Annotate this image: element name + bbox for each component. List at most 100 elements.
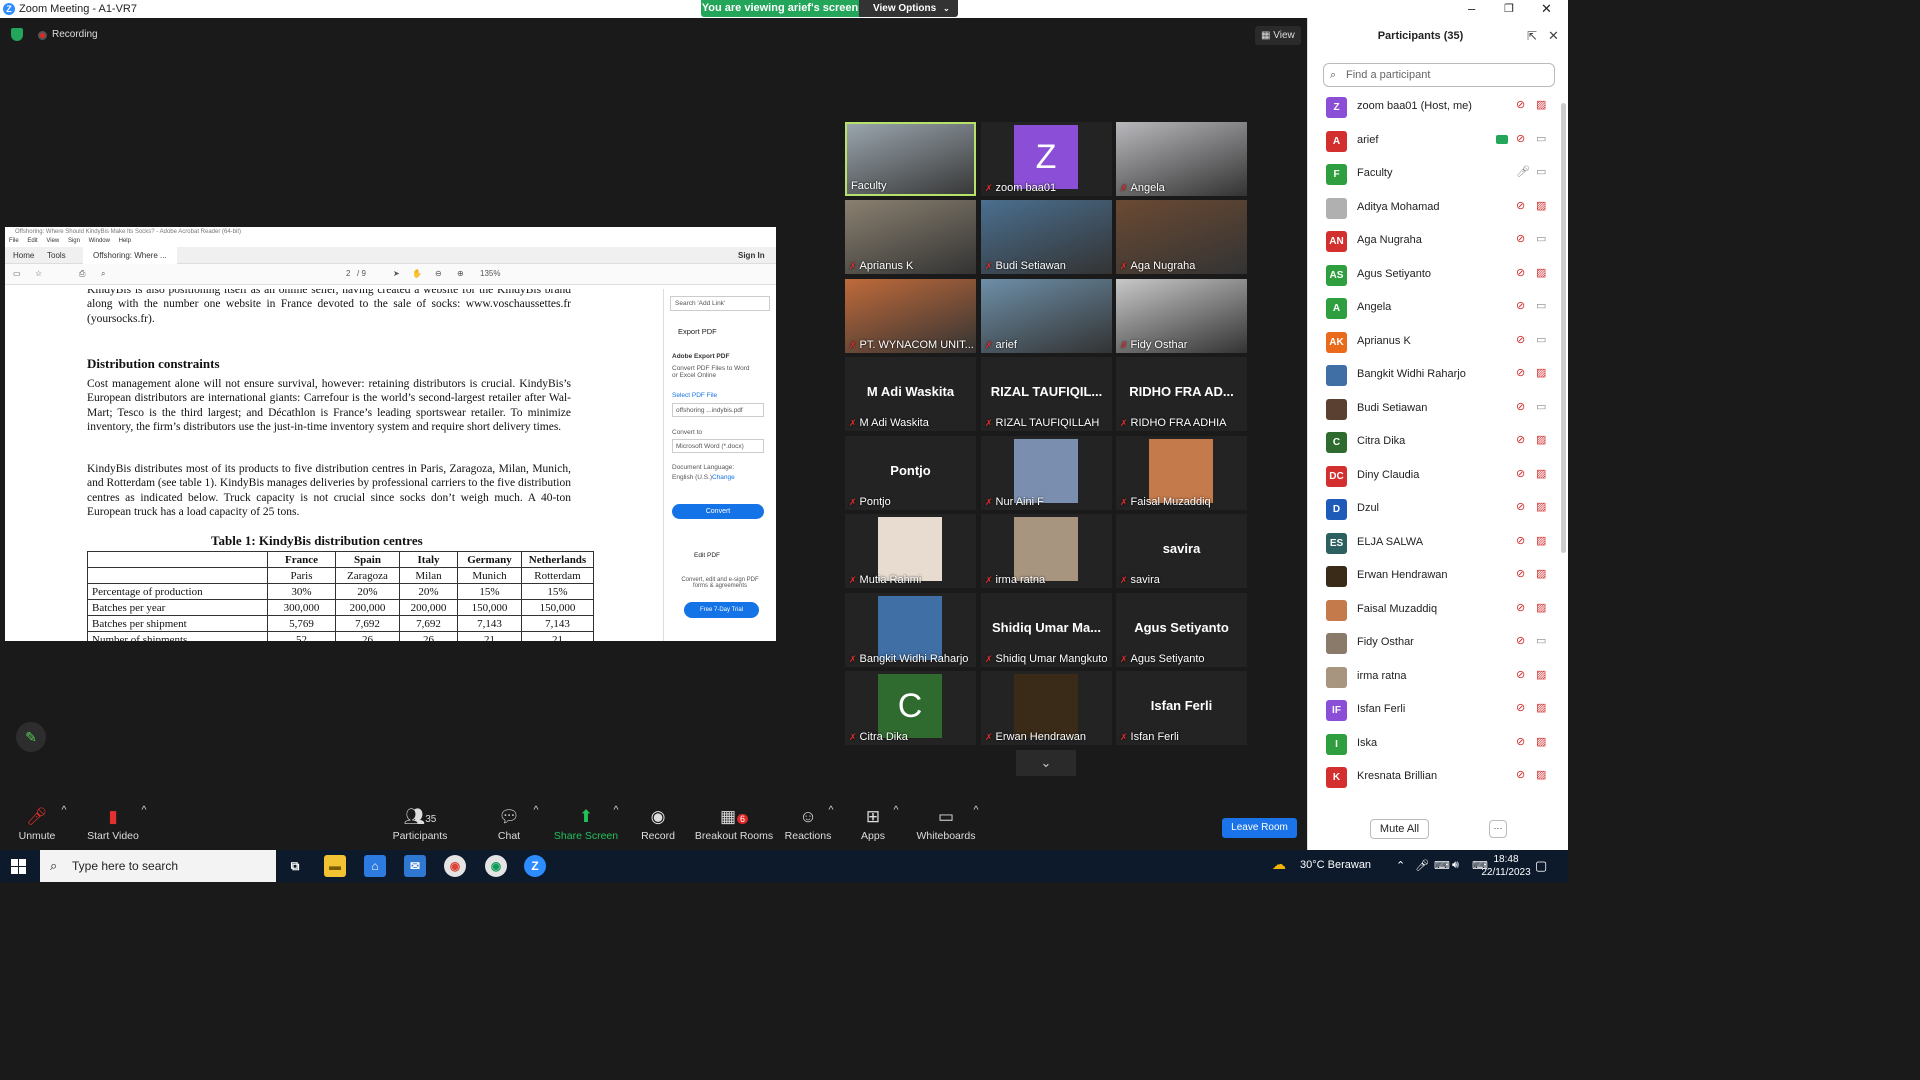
participant-row[interactable]: I Iska ⊘ ▨ xyxy=(1308,728,1560,761)
camera-off-icon[interactable]: ▨ xyxy=(1536,668,1546,681)
muted-mic-icon[interactable]: ⊘ xyxy=(1516,266,1525,279)
view-layout-button[interactable]: ▦ View xyxy=(1255,26,1301,45)
add-link-search[interactable]: Search 'Add Link' xyxy=(670,296,770,311)
select-cursor-icon[interactable]: ➤ xyxy=(393,269,400,278)
mail-icon[interactable]: ✉ xyxy=(404,855,426,877)
camera-icon[interactable]: ▭ xyxy=(1536,333,1546,346)
muted-mic-icon[interactable]: ⊘ xyxy=(1516,132,1525,145)
participant-row[interactable]: F Faculty 🎤︎ ▭ xyxy=(1308,158,1560,191)
chrome-profile-icon[interactable]: ◉ xyxy=(485,855,507,877)
video-tile[interactable]: Isfan Ferli ✗ Isfan Ferli xyxy=(1116,671,1247,745)
apps-caret-icon[interactable]: ^ xyxy=(891,804,901,816)
annotate-pencil-icon[interactable]: ✎ xyxy=(16,722,46,752)
restore-icon[interactable]: ❐ xyxy=(1504,2,1514,15)
close-panel-icon[interactable]: ✕ xyxy=(1548,28,1559,44)
participant-row[interactable]: Bangkit Widhi Raharjo ⊘ ▨ xyxy=(1308,359,1560,392)
format-select[interactable]: Microsoft Word (*.docx) xyxy=(672,439,764,453)
popout-icon[interactable]: ⇱ xyxy=(1527,29,1537,43)
mute-all-button[interactable]: Mute All xyxy=(1370,819,1429,839)
zoom-in-icon[interactable]: ⊕ xyxy=(457,269,464,278)
video-tile[interactable]: Pontjo ✗ Pontjo xyxy=(845,436,976,510)
notifications-icon[interactable]: ▢ xyxy=(1535,858,1547,874)
free-trial-button[interactable]: Free 7-Day Trial xyxy=(684,602,759,618)
muted-mic-icon[interactable]: ⊘ xyxy=(1516,400,1525,413)
camera-off-icon[interactable]: ▨ xyxy=(1536,366,1546,379)
camera-off-icon[interactable]: ▨ xyxy=(1536,98,1546,111)
camera-off-icon[interactable]: ▨ xyxy=(1536,433,1546,446)
video-tile[interactable]: Faculty xyxy=(845,122,976,196)
video-tile[interactable]: savira ✗ savira xyxy=(1116,514,1247,588)
camera-off-icon[interactable]: ▨ xyxy=(1536,735,1546,748)
video-options-caret-icon[interactable]: ^ xyxy=(139,804,149,816)
video-tile[interactable]: RIZAL TAUFIQIL... ✗ RIZAL TAUFIQILLAH xyxy=(981,357,1112,431)
participant-row[interactable]: Zzoom baa01 (Host, me) ⊘ ▨ xyxy=(1308,91,1560,124)
menu-edit[interactable]: Edit xyxy=(27,238,37,244)
next-page-chevron-icon[interactable]: ⌄ xyxy=(1016,750,1076,776)
chrome-icon[interactable]: ◉ xyxy=(444,855,466,877)
more-options-button[interactable]: ··· xyxy=(1489,820,1507,838)
file-explorer-icon[interactable]: ▬ xyxy=(324,855,346,877)
participant-list-scrollbar[interactable] xyxy=(1561,103,1566,553)
video-tile[interactable]: ✗ Bangkit Widhi Raharjo xyxy=(845,593,976,667)
video-tile[interactable]: ✗ Angela xyxy=(1116,122,1247,196)
muted-mic-icon[interactable]: ⊘ xyxy=(1516,668,1525,681)
camera-icon[interactable]: ▭ xyxy=(1536,400,1546,413)
participant-row[interactable]: Aditya Mohamad ⊘ ▨ xyxy=(1308,192,1560,225)
video-tile[interactable]: M Adi Waskita ✗ M Adi Waskita xyxy=(845,357,976,431)
video-tile[interactable]: Agus Setiyanto ✗ Agus Setiyanto xyxy=(1116,593,1247,667)
convert-button[interactable]: Convert xyxy=(672,504,764,519)
save-icon[interactable]: ▭ xyxy=(13,269,21,278)
zoom-app-icon[interactable]: Z xyxy=(524,855,546,877)
video-tile[interactable]: ✗ Nur Aini F xyxy=(981,436,1112,510)
hand-icon[interactable]: ✋ xyxy=(412,269,422,278)
task-view-icon[interactable]: ⧉ xyxy=(284,855,306,877)
muted-mic-icon[interactable]: ⊘ xyxy=(1516,634,1525,647)
muted-mic-icon[interactable]: ⊘ xyxy=(1516,366,1525,379)
muted-mic-icon[interactable]: ⊘ xyxy=(1516,299,1525,312)
zoom-level[interactable]: 135% xyxy=(480,269,500,278)
muted-mic-icon[interactable]: ⊘ xyxy=(1516,199,1525,212)
participants-button[interactable]: 👥︎35 Participants xyxy=(375,804,465,842)
windows-start-icon[interactable] xyxy=(11,859,26,874)
video-tile[interactable]: ✗ Faisal Muzaddiq xyxy=(1116,436,1247,510)
menu-view[interactable]: View xyxy=(46,238,59,244)
taskbar-search-input[interactable]: ⌕ Type here to search xyxy=(40,850,276,882)
print-icon[interactable]: ⎙ xyxy=(79,269,85,279)
camera-off-icon[interactable]: ▨ xyxy=(1536,701,1546,714)
participant-row[interactable]: DC Diny Claudia ⊘ ▨ xyxy=(1308,460,1560,493)
participant-row[interactable]: Aarief ⊘ ▭ xyxy=(1308,125,1560,158)
video-tile[interactable]: Shidiq Umar Ma... ✗ Shidiq Umar Mangkuto xyxy=(981,593,1112,667)
video-tile[interactable]: ✗ Aga Nugraha xyxy=(1116,200,1247,274)
camera-icon[interactable]: ▭ xyxy=(1536,299,1546,312)
camera-off-icon[interactable]: ▨ xyxy=(1536,567,1546,580)
volume-icon[interactable]: 🔊︎ xyxy=(1452,859,1459,872)
zoom-search-icon[interactable]: ⌕ xyxy=(101,269,105,279)
edit-pdf-tool[interactable]: Edit PDF xyxy=(694,552,720,559)
view-options-button[interactable]: View Options ⌄ xyxy=(859,0,958,17)
muted-mic-icon[interactable]: ⊘ xyxy=(1516,701,1525,714)
video-tile[interactable]: ✗ Aprianus K xyxy=(845,200,976,274)
mic-icon[interactable]: 🎤︎ xyxy=(1516,165,1530,178)
video-tile[interactable]: ✗ Mutia Rahmi xyxy=(845,514,976,588)
menu-window[interactable]: Window xyxy=(89,238,110,244)
page-number[interactable]: 2 xyxy=(346,269,350,278)
camera-off-icon[interactable]: ▨ xyxy=(1536,266,1546,279)
export-pdf-tool[interactable]: Export PDF xyxy=(678,327,717,336)
participant-row[interactable]: ES ELJA SALWA ⊘ ▨ xyxy=(1308,527,1560,560)
camera-off-icon[interactable]: ▨ xyxy=(1536,467,1546,480)
video-tile[interactable]: C ✗ Citra Dika xyxy=(845,671,976,745)
camera-off-icon[interactable]: ▨ xyxy=(1536,534,1546,547)
muted-mic-icon[interactable]: ⊘ xyxy=(1516,601,1525,614)
leave-room-button[interactable]: Leave Room xyxy=(1222,818,1297,838)
video-tile[interactable]: ✗ Budi Setiawan xyxy=(981,200,1112,274)
video-tile[interactable]: ✗ Erwan Hendrawan xyxy=(981,671,1112,745)
participant-row[interactable]: C Citra Dika ⊘ ▨ xyxy=(1308,426,1560,459)
muted-mic-icon[interactable]: ⊘ xyxy=(1516,467,1525,480)
video-tile[interactable]: ✗ Fidy Osthar xyxy=(1116,279,1247,353)
muted-mic-icon[interactable]: ⊘ xyxy=(1516,567,1525,580)
video-tile[interactable]: ✗ PT. WYNACOM UNIT... xyxy=(845,279,976,353)
participant-row[interactable]: D Dzul ⊘ ▨ xyxy=(1308,493,1560,526)
video-tile[interactable]: Z ✗ zoom baa01 xyxy=(981,122,1112,196)
video-tile[interactable]: RIDHO FRA AD... ✗ RIDHO FRA ADHIA xyxy=(1116,357,1247,431)
participant-row[interactable]: Erwan Hendrawan ⊘ ▨ xyxy=(1308,560,1560,593)
